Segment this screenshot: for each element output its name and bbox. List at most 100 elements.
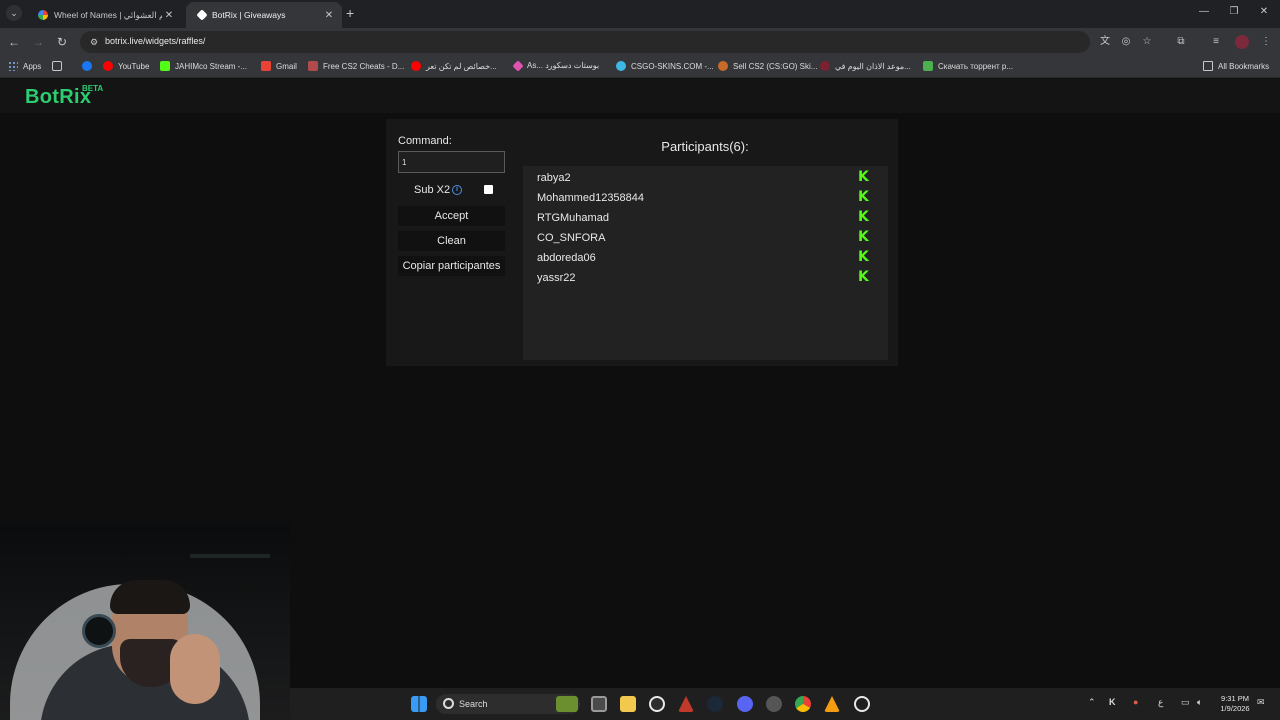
kick-icon: K [858,249,869,265]
task-view-icon[interactable] [591,696,607,712]
close-tab-icon[interactable]: ✕ [322,10,336,21]
bookmark-youtube[interactable]: YouTube [103,61,149,71]
streamer-hand [170,634,220,704]
command-label: Command: [398,135,452,147]
site-info-icon[interactable]: ⚙ [88,36,100,48]
clean-button[interactable]: Clean [398,231,505,251]
new-tab-button[interactable]: + [346,6,354,20]
torrent-site-icon [923,61,933,71]
back-icon[interactable]: ← [6,34,22,50]
sub-x2-label: Sub X2 [414,184,451,196]
kick-icon: K [858,169,869,185]
menu-icon[interactable]: ⋮ [1259,35,1273,49]
bookmark-cs2-cheats[interactable]: Free CS2 Cheats - D... [308,61,404,71]
tab-title: Wheel of Names | اسم العشوائي [54,9,162,20]
tab-botrix-giveaways[interactable]: BotRix | Giveaways ✕ [186,2,342,28]
bookmark-prayer-times[interactable]: موعد الاذان اليوم في... [820,61,911,71]
language-indicator[interactable]: ع [1158,697,1163,708]
media-controls-icon[interactable]: ≡ [1209,35,1223,49]
extensions-icon[interactable]: ⧉ [1174,35,1188,49]
command-input[interactable] [398,151,505,173]
webcam-overlay [0,524,290,720]
bookmark-gmail[interactable]: Gmail [261,61,297,71]
bookmark-label: Скачать торрент р... [938,61,1014,71]
sell-skins-icon [718,61,728,71]
gmail-icon [261,61,271,71]
apps-grid-icon [8,61,18,71]
bookmark-facebook[interactable] [82,61,97,71]
info-icon[interactable]: i [452,185,462,195]
microphone-icon[interactable]: ● [1133,697,1138,707]
forward-icon[interactable]: → [30,34,46,50]
close-window-button[interactable]: ✕ [1256,6,1272,17]
close-tab-icon[interactable]: ✕ [162,10,176,21]
tray-overflow-icon[interactable]: ⌃ [1088,697,1096,708]
tab-search-button[interactable]: ⌄ [6,5,22,21]
participant-name: abdoreda06 [537,252,596,264]
settings-gear-icon[interactable] [854,696,870,712]
bookmark-torrent[interactable]: Скачать торрент р... [923,61,1013,71]
bookmark-label: Sell CS2 (CS:GO) Ski... [733,61,818,71]
bookmark-label: CSGO-SKINS.COM -... [631,61,714,71]
csgo-skins-icon [616,61,626,71]
copy-participants-button[interactable]: Copiar participantes [398,256,505,276]
bookmark-sell-cs2[interactable]: Sell CS2 (CS:GO) Ski... [718,61,817,71]
notifications-icon[interactable]: ✉ [1257,697,1265,708]
logitech-g-icon[interactable] [649,696,665,712]
profile-avatar[interactable] [1235,35,1249,49]
tab-wheel-of-names[interactable]: Wheel of Names | اسم العشوائي ✕ [26,2,182,28]
reload-icon[interactable]: ↻ [54,34,70,50]
bookmark-label: خصائص لم تكن تعر... [426,61,497,71]
kick-icon [160,61,170,71]
cheats-site-icon [308,61,318,71]
accept-button[interactable]: Accept [398,206,505,226]
steam-icon[interactable] [707,696,723,712]
clock-date: 1/9/2026 [1220,704,1250,713]
bookmark-tab-groups[interactable] [52,61,67,71]
bookmark-star-icon[interactable]: ☆ [1140,35,1154,49]
bookmark-youtube-video[interactable]: خصائص لم تكن تعر... [411,61,497,71]
kick-icon: K [858,189,869,205]
site-navbar [0,79,1280,113]
prayer-site-icon [820,61,830,71]
kick-icon: K [858,209,869,225]
sub-x2-checkbox[interactable] [484,185,493,194]
bookmark-label: Apps [23,61,42,71]
botrix-favicon-icon [196,9,208,21]
network-icon[interactable]: ▭ [1181,697,1190,708]
minimize-button[interactable]: — [1196,6,1212,17]
windows-start-icon[interactable] [411,696,427,712]
tab-title: BotRix | Giveaways [212,10,286,20]
url-text[interactable]: botrix.live/widgets/raffles/ [105,36,205,46]
volume-icon[interactable]: 🔈︎ [1197,697,1202,708]
beta-badge: BETA [82,84,104,93]
bookmark-label: All Bookmarks [1218,61,1270,71]
headphones [82,614,116,648]
obs-icon[interactable] [766,696,782,712]
taskbar-clock[interactable]: 9:31 PM 1/9/2026 [1216,694,1254,714]
participant-name: CO_SNFORA [537,232,606,244]
file-explorer-icon[interactable] [620,696,636,712]
facebook-icon [82,61,92,71]
bookmark-csgo-skins[interactable]: CSGO-SKINS.COM -... [616,61,714,71]
bookmark-jahimco[interactable]: JAHIMco Stream -... [160,61,247,71]
bookmark-label: JAHIMco Stream -... [175,61,248,71]
bookmark-discord-posts[interactable]: As... بوستات دسكورد [512,59,599,72]
streamer-hair [110,580,190,614]
translate-icon[interactable]: 文 [1098,35,1112,49]
gem-icon [512,59,524,72]
clock-time: 9:31 PM [1221,694,1249,703]
participant-name: yassr22 [537,272,576,284]
search-icon [443,698,454,709]
search-highlight-icon[interactable] [556,696,578,712]
kick-tray-icon[interactable]: K [1109,697,1116,707]
bookmark-label: موعد الاذان اليوم في... [835,61,911,71]
all-bookmarks[interactable]: All Bookmarks [1203,61,1269,71]
eye-off-icon[interactable]: ◎ [1119,35,1133,49]
restore-button[interactable]: ❐ [1226,6,1242,17]
address-bar[interactable] [80,31,1090,53]
bookmark-label: Gmail [276,61,297,71]
chrome-icon[interactable] [795,696,811,712]
discord-icon[interactable] [737,696,753,712]
bookmark-apps[interactable]: Apps [8,61,41,71]
